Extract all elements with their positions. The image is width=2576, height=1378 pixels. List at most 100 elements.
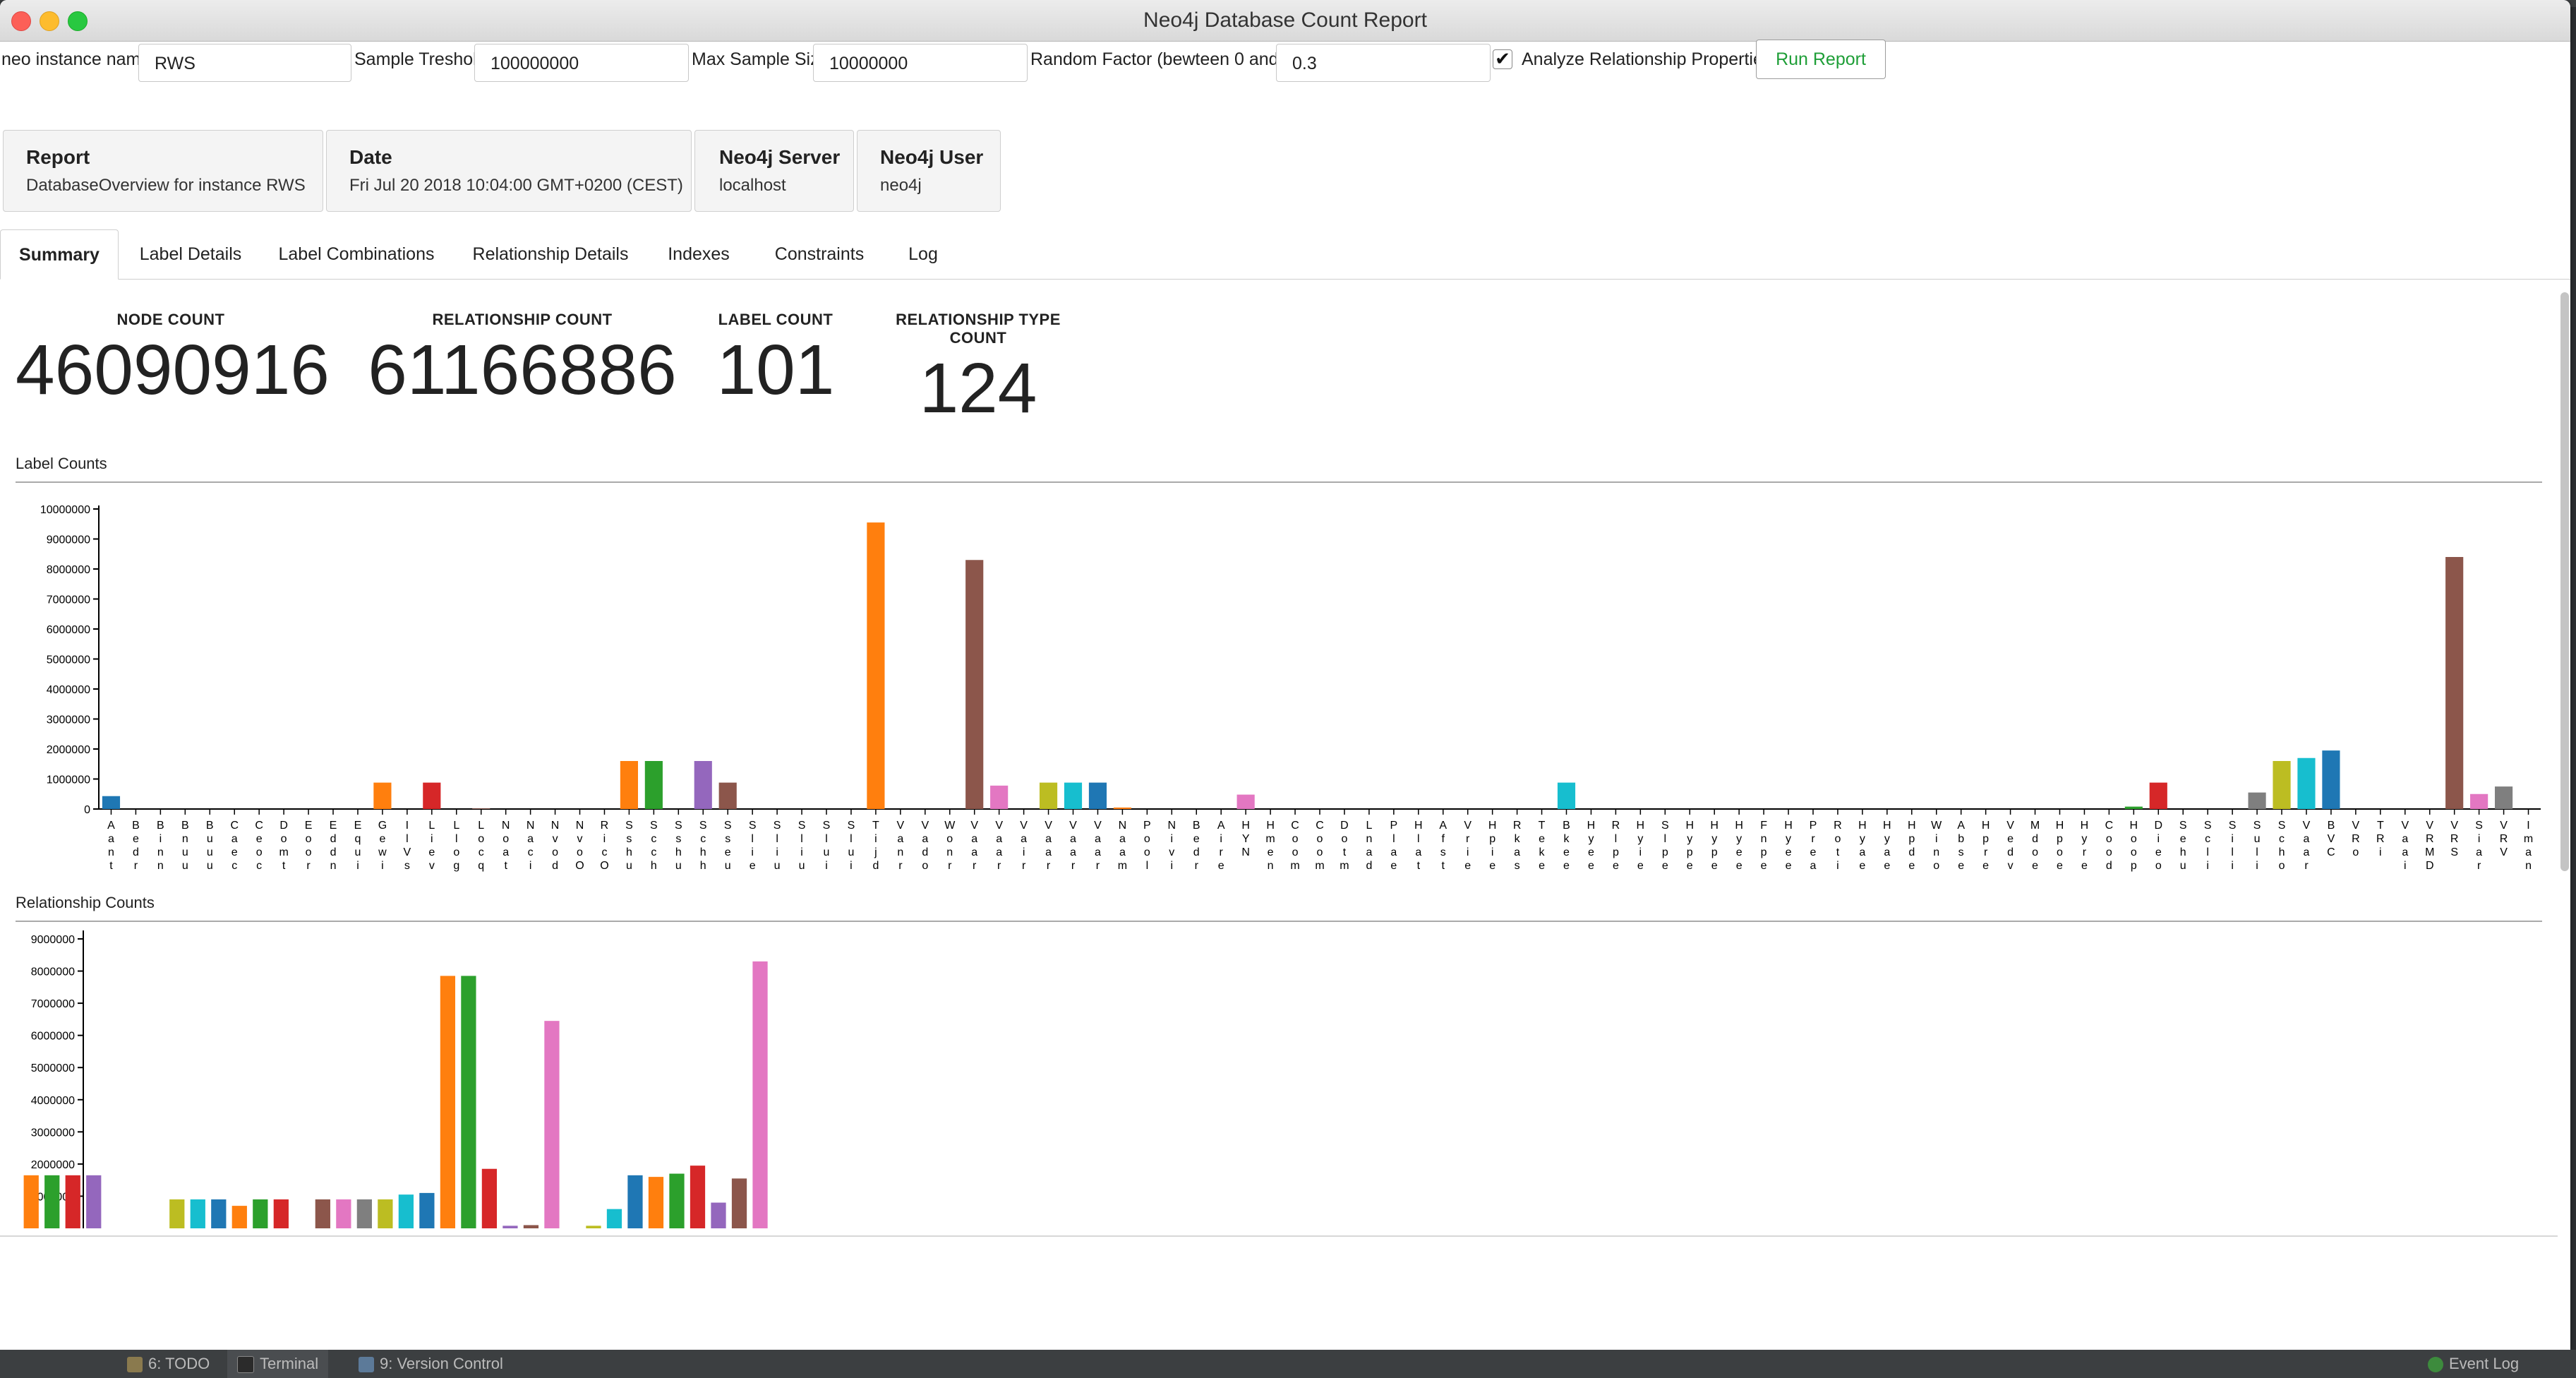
x-tick-label: g <box>453 860 459 872</box>
x-tick-label: p <box>1711 846 1718 858</box>
y-tick-label: 9000000 <box>31 934 75 946</box>
terminal-tool-button[interactable]: Terminal <box>227 1350 329 1378</box>
x-tick-label: c <box>700 833 706 845</box>
content-bottom-edge <box>0 1235 2558 1237</box>
instance-name-input[interactable]: RWS <box>138 44 351 82</box>
sample-threshold-input[interactable]: 100000000 <box>474 44 689 82</box>
max-sample-size-input[interactable]: 10000000 <box>813 44 1028 82</box>
event-log-button[interactable]: Event Log <box>2428 1350 2519 1378</box>
tab-indexes[interactable]: Indexes <box>656 229 741 279</box>
x-tick-label: R <box>2500 833 2508 845</box>
x-tick-label: G <box>378 820 387 832</box>
x-tick-label: a <box>996 846 1002 858</box>
x-tick-label: S <box>724 820 732 832</box>
x-tick-label: y <box>1860 833 1865 845</box>
x-tick-label: S <box>2450 846 2458 858</box>
y-tick-label: 5000000 <box>31 1062 75 1074</box>
x-tick-label: E <box>330 820 337 832</box>
x-tick-label: a <box>1045 833 1052 845</box>
x-tick-label: a <box>1810 860 1817 872</box>
label-count-bar <box>423 782 441 809</box>
x-tick-label: h <box>626 846 632 858</box>
x-tick-label: H <box>2081 820 2089 832</box>
x-tick-label: a <box>502 846 509 858</box>
tab-label-combinations[interactable]: Label Combinations <box>268 229 445 279</box>
x-tick-label: T <box>872 820 879 832</box>
y-tick-label: 0 <box>84 804 90 816</box>
x-tick-label: A <box>1439 820 1447 832</box>
x-tick-label: V <box>2500 820 2508 832</box>
x-tick-label: V <box>1464 820 1471 832</box>
x-tick-label: a <box>996 833 1002 845</box>
x-tick-label: i <box>1171 860 1174 872</box>
x-tick-label: L <box>478 820 484 832</box>
x-tick-label: C <box>2105 820 2114 832</box>
y-tick-label: 10000000 <box>40 504 90 516</box>
x-tick-label: T <box>2377 820 2384 832</box>
label-count-bar <box>2322 750 2340 809</box>
x-tick-label: y <box>1786 833 1791 845</box>
x-tick-label: M <box>2425 846 2434 858</box>
x-tick-label: o <box>946 833 953 845</box>
analyze-relationships-checkbox[interactable]: ✔ <box>1493 49 1512 69</box>
x-tick-label: r <box>1466 833 1470 845</box>
x-tick-label: F <box>1760 820 1767 832</box>
label-count-bar <box>2149 782 2167 809</box>
x-tick-label: R <box>601 820 609 832</box>
x-tick-label: a <box>1045 846 1052 858</box>
x-tick-label: V <box>970 820 978 832</box>
x-tick-label: d <box>1193 846 1200 858</box>
run-report-button[interactable]: Run Report <box>1756 40 1886 79</box>
label-count-bar <box>1064 782 1083 809</box>
tab-relationship-details[interactable]: Relationship Details <box>466 229 635 279</box>
x-tick-label: o <box>281 833 287 845</box>
x-tick-label: r <box>1071 860 1076 872</box>
tab-constraints[interactable]: Constraints <box>765 229 874 279</box>
relationship-count-bar <box>752 961 768 1228</box>
x-tick-label: L <box>428 820 435 832</box>
y-tick-label: 4000000 <box>47 684 90 696</box>
x-tick-label: o <box>2279 860 2285 872</box>
x-tick-label: e <box>2081 860 2088 872</box>
relationship-counts-divider <box>16 921 2542 922</box>
label-count-bar <box>1088 782 1107 809</box>
content-scrollbar[interactable] <box>2560 292 2569 871</box>
x-tick-label: e <box>1588 846 1594 858</box>
x-tick-label: e <box>1539 833 1545 845</box>
x-tick-label: e <box>750 860 756 872</box>
server-card-value: localhost <box>719 176 786 195</box>
label-count-bar <box>2124 806 2143 809</box>
sample-threshold-label: Sample Treshold <box>354 49 487 69</box>
x-tick-label: u <box>848 846 855 858</box>
x-tick-label: l <box>1392 833 1395 845</box>
label-count-bar <box>965 560 984 809</box>
x-tick-label: i <box>800 846 803 858</box>
random-factor-input[interactable]: 0.3 <box>1276 44 1491 82</box>
x-tick-label: e <box>725 846 731 858</box>
x-tick-label: V <box>2303 820 2311 832</box>
x-tick-label: r <box>973 860 977 872</box>
x-tick-label: V <box>2006 820 2014 832</box>
user-card-value: neo4j <box>880 176 922 195</box>
x-tick-label: o <box>1933 860 1939 872</box>
x-tick-label: e <box>231 846 238 858</box>
label-count-bar <box>1113 807 1131 809</box>
x-tick-label: n <box>1933 846 1939 858</box>
x-tick-label: o <box>1292 833 1299 845</box>
x-tick-label: e <box>1193 833 1200 845</box>
x-tick-label: l <box>2256 846 2258 858</box>
x-tick-label: r <box>1220 846 1224 858</box>
version-control-tool-button[interactable]: 9: Version Control <box>359 1350 503 1378</box>
x-tick-label: u <box>207 846 213 858</box>
label-count-bar <box>1236 794 1255 809</box>
x-tick-label: V <box>1094 820 1102 832</box>
event-log-icon <box>2428 1357 2443 1373</box>
tab-summary[interactable]: Summary <box>0 229 119 280</box>
x-tick-label: a <box>1514 846 1520 858</box>
todo-tool-button[interactable]: 6: TODO <box>127 1350 210 1378</box>
x-tick-label: i <box>1836 860 1839 872</box>
tab-log[interactable]: Log <box>896 229 950 279</box>
x-tick-label: I <box>406 820 409 832</box>
relationship-count-bar <box>731 1178 747 1228</box>
tab-label-details[interactable]: Label Details <box>126 229 255 279</box>
